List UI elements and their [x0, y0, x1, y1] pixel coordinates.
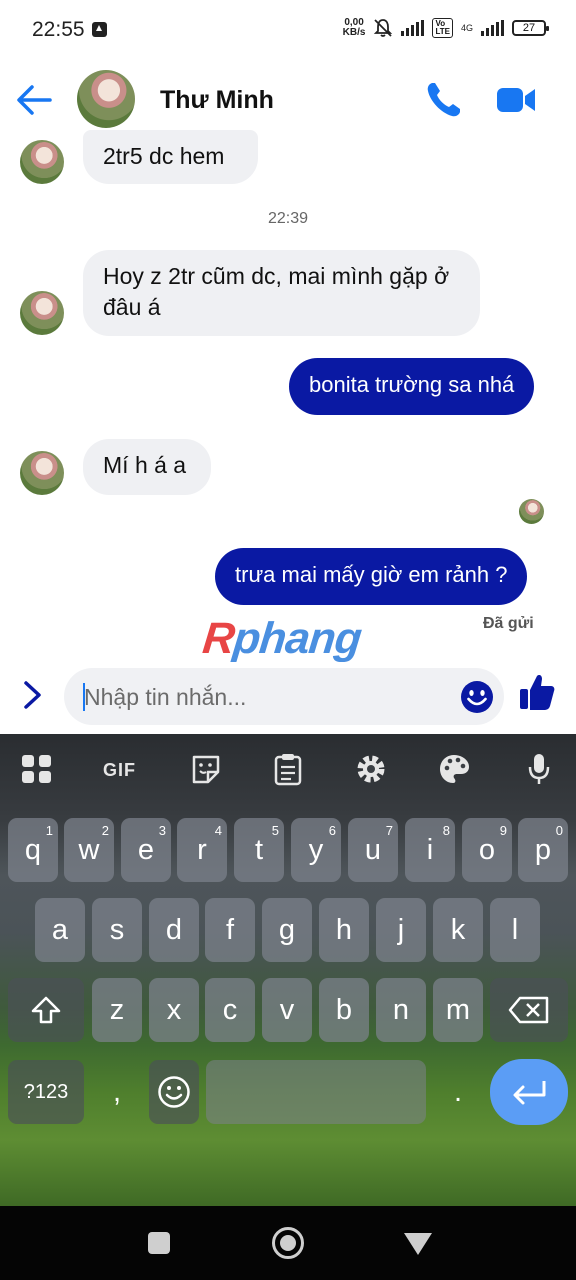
emoji-icon[interactable]: [460, 680, 494, 714]
key-h[interactable]: h: [319, 898, 369, 962]
phone-icon[interactable]: [424, 80, 464, 120]
network-speed-unit: KB/s: [342, 27, 366, 38]
message-bubble-outgoing[interactable]: bonita trường sa nhá: [289, 358, 535, 415]
message-input-container[interactable]: [64, 668, 504, 725]
sender-avatar[interactable]: [20, 291, 64, 335]
signal-icon: [401, 20, 425, 36]
key-y[interactable]: y6: [291, 818, 341, 882]
sticker-icon[interactable]: [190, 752, 222, 786]
key-k[interactable]: k: [433, 898, 483, 962]
clipboard-icon[interactable]: [273, 752, 303, 786]
signal-icon-2: [481, 20, 504, 36]
backspace-key[interactable]: [490, 978, 568, 1042]
key-r[interactable]: r4: [177, 818, 227, 882]
nav-back-icon[interactable]: [404, 1233, 432, 1255]
on-screen-keyboard: GIF q1 w 2 e 3 r 4 t 5 y 6 u 7 i 8 o 9 p…: [0, 734, 576, 1206]
back-arrow-icon[interactable]: [14, 82, 54, 118]
microphone-icon[interactable]: [527, 752, 551, 786]
key-m[interactable]: m: [433, 978, 483, 1042]
sender-avatar[interactable]: [20, 140, 64, 184]
key-w[interactable]: w2: [64, 818, 114, 882]
key-b[interactable]: b: [319, 978, 369, 1042]
upload-notification-icon: [92, 22, 107, 37]
key-j[interactable]: j: [376, 898, 426, 962]
space-key[interactable]: [206, 1060, 426, 1124]
emoji-key[interactable]: [149, 1060, 199, 1124]
recent-apps-icon[interactable]: [148, 1232, 170, 1254]
sent-status: Đã gửi: [483, 615, 534, 632]
status-bar: 22:55 0,00 KB/s Vo LTE 4G 27: [0, 0, 576, 62]
period-key[interactable]: .: [433, 1060, 483, 1124]
shift-arrow-icon: [31, 996, 61, 1024]
contact-name[interactable]: Thư Minh: [160, 86, 274, 115]
network-speed: 0,00 KB/s: [343, 18, 366, 38]
key-t[interactable]: t5: [234, 818, 284, 882]
key-l[interactable]: l: [490, 898, 540, 962]
system-navigation-bar: [0, 1206, 576, 1280]
message-bubble-outgoing[interactable]: trưa mai mấy giờ em rảnh ?: [215, 548, 528, 605]
key-o[interactable]: o9: [462, 818, 512, 882]
key-z[interactable]: z: [92, 978, 142, 1042]
backspace-icon: [508, 996, 549, 1024]
status-time: 22:55: [32, 18, 85, 41]
key-s[interactable]: s: [92, 898, 142, 962]
key-x[interactable]: x: [149, 978, 199, 1042]
key-u[interactable]: u7: [348, 818, 398, 882]
enter-key[interactable]: [490, 1059, 568, 1125]
message-input[interactable]: [84, 682, 434, 712]
chevron-right-icon[interactable]: [20, 678, 46, 712]
comma-key[interactable]: ,: [92, 1060, 142, 1124]
text-cursor: [83, 683, 85, 711]
message-timestamp: 22:39: [267, 210, 309, 227]
chat-header: Thư Minh: [0, 62, 576, 138]
enter-arrow-icon: [513, 1081, 546, 1105]
smiley-icon: [158, 1076, 190, 1108]
key-c[interactable]: c: [205, 978, 255, 1042]
message-bubble-incoming[interactable]: Mí h á a: [83, 439, 211, 495]
sender-avatar[interactable]: [20, 451, 64, 495]
apps-grid-icon[interactable]: [20, 752, 53, 786]
key-d[interactable]: d: [149, 898, 199, 962]
settings-gear-icon[interactable]: [355, 752, 387, 786]
muted-bell-icon: [374, 19, 393, 37]
symbols-key[interactable]: ?123: [8, 1060, 84, 1124]
contact-avatar[interactable]: [77, 70, 135, 128]
key-v[interactable]: v: [262, 978, 312, 1042]
key-p[interactable]: p0: [518, 818, 568, 882]
message-bubble-incoming[interactable]: 2tr5 dc hem: [83, 130, 258, 184]
battery-icon: 27: [512, 20, 549, 36]
seen-indicator-avatar: [519, 499, 544, 524]
gif-button[interactable]: GIF: [103, 760, 136, 794]
key-e[interactable]: e3: [121, 818, 171, 882]
keyboard-toolbar: GIF: [0, 734, 576, 806]
shift-key[interactable]: [8, 978, 84, 1042]
home-icon[interactable]: [272, 1227, 304, 1259]
watermark-logo: Rphang: [200, 614, 364, 663]
theme-palette-icon[interactable]: [438, 752, 471, 786]
key-i[interactable]: i8: [405, 818, 455, 882]
key-q[interactable]: q1: [8, 818, 58, 882]
key-f[interactable]: f: [205, 898, 255, 962]
key-n[interactable]: n: [376, 978, 426, 1042]
network-type: 4G: [460, 22, 473, 33]
key-g[interactable]: g: [262, 898, 312, 962]
video-call-icon[interactable]: [495, 82, 537, 118]
message-bubble-incoming[interactable]: Hoy z 2tr cũm dc, mai mình gặp ở đâu á: [83, 250, 480, 336]
status-icons: 0,00 KB/s Vo LTE 4G 27: [343, 18, 549, 38]
thumbs-up-icon[interactable]: [518, 672, 556, 712]
key-a[interactable]: a: [35, 898, 85, 962]
volte-icon: Vo LTE: [432, 18, 453, 38]
message-composer: [0, 662, 576, 734]
